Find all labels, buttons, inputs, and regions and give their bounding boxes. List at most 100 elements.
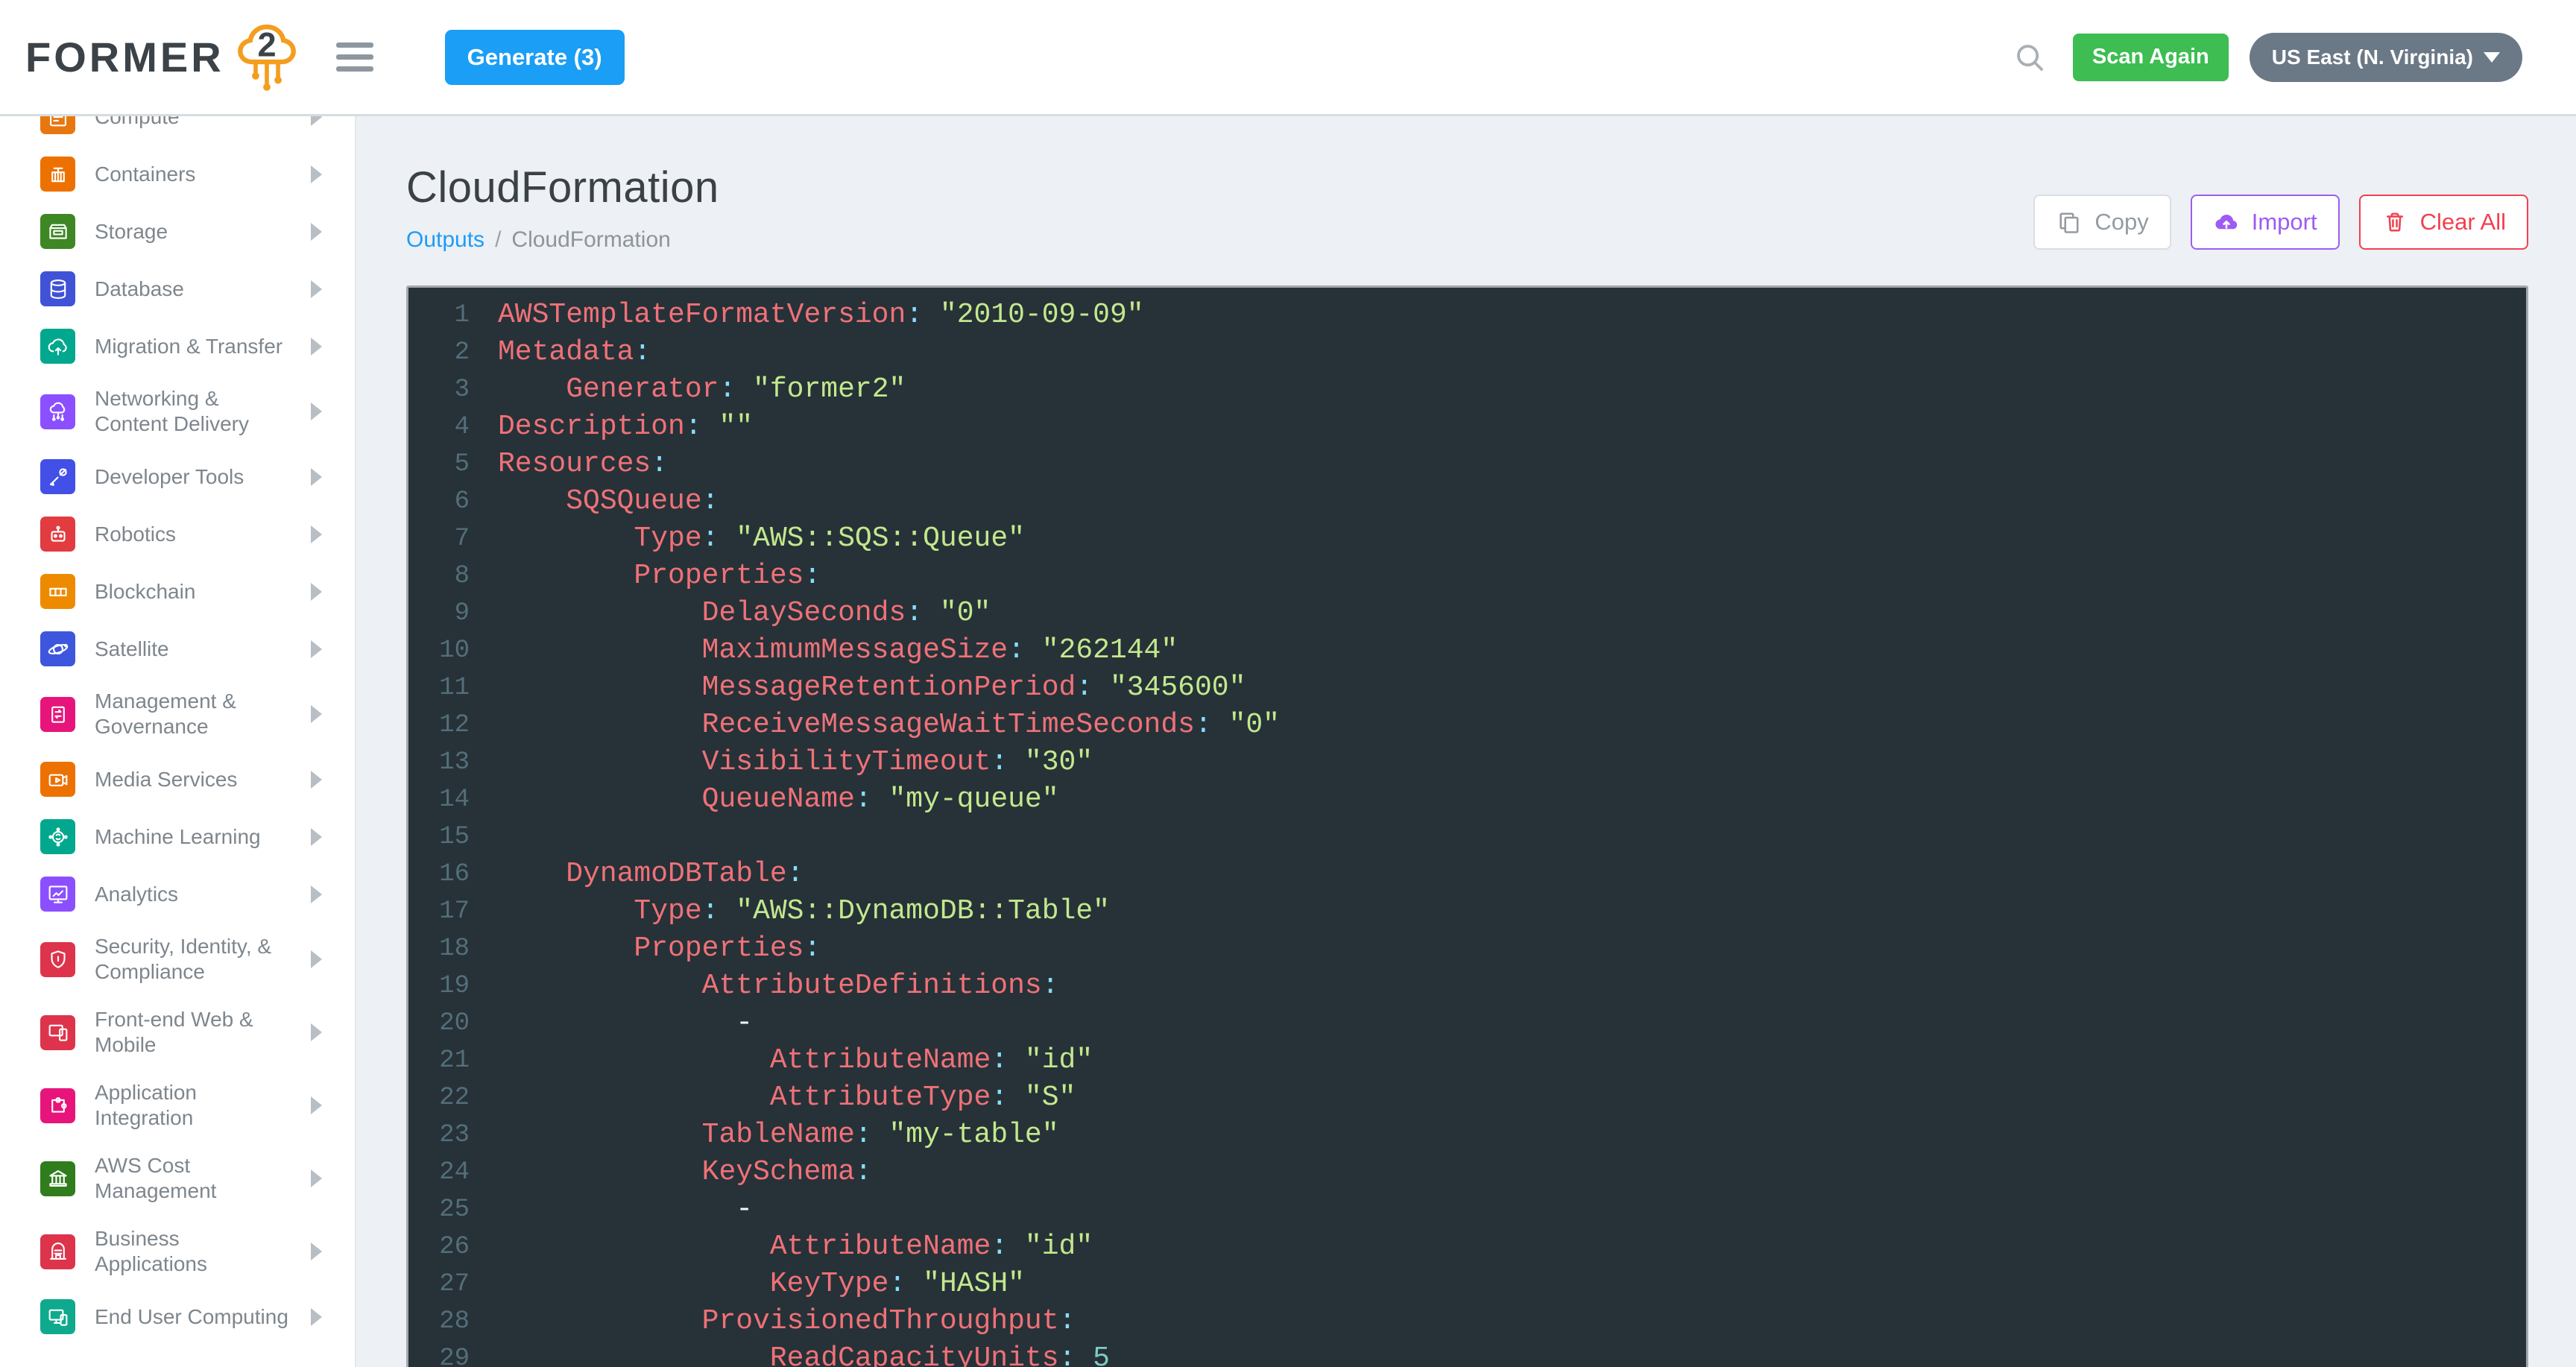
- search-icon[interactable]: [2012, 40, 2048, 75]
- code-line: QueueName: "my-queue": [498, 781, 2526, 818]
- code-token: Generator: [498, 373, 719, 405]
- code-line: MessageRetentionPeriod: "345600": [498, 669, 2526, 707]
- code-token: :: [651, 448, 668, 480]
- code-token: "2010-09-09": [940, 299, 1144, 331]
- code-token: Description: [498, 411, 685, 443]
- breadcrumb-separator: /: [495, 227, 501, 252]
- code-token: :: [1059, 1342, 1093, 1367]
- code-token: :: [1059, 1305, 1076, 1337]
- code-token: "0": [1229, 709, 1280, 741]
- copy-button[interactable]: Copy: [2033, 195, 2171, 250]
- code-token: "S": [1025, 1082, 1076, 1114]
- code-token: Type: [498, 895, 702, 927]
- code-token: :: [1076, 672, 1110, 704]
- code-token: 5: [1093, 1342, 1110, 1367]
- sidebar-item-media-services[interactable]: Media Services: [0, 751, 355, 808]
- sidebar-item-label: Security, Identity, & Compliance: [95, 934, 311, 985]
- sidebar-item-analytics[interactable]: Analytics: [0, 865, 355, 923]
- sidebar-item-aws-cost[interactable]: AWS Cost Management: [0, 1142, 355, 1215]
- sidebar-item-label: Robotics: [95, 522, 311, 547]
- sidebar-item-machine-learning[interactable]: Machine Learning: [0, 808, 355, 865]
- storage-icon: [40, 214, 75, 249]
- copy-icon: [2056, 209, 2083, 236]
- sidebar-item-database[interactable]: Database: [0, 260, 355, 318]
- logo-text: FORMER: [25, 33, 224, 81]
- code-token: :: [702, 523, 736, 555]
- gutter-line-number: 22: [408, 1079, 470, 1117]
- code-token: "345600": [1110, 672, 1246, 704]
- satellite-icon: [40, 631, 75, 666]
- sidebar-item-front-end-web[interactable]: Front-end Web & Mobile: [0, 996, 355, 1069]
- code-line: AttributeType: "S": [498, 1079, 2526, 1117]
- gutter-line-number: 3: [408, 371, 470, 408]
- sidebar-item-storage[interactable]: Storage: [0, 203, 355, 260]
- code-line: Properties:: [498, 930, 2526, 967]
- sidebar-item-developer-tools[interactable]: Developer Tools: [0, 448, 355, 505]
- code-line: ReadCapacityUnits: 5: [498, 1340, 2526, 1367]
- sidebar-item-satellite[interactable]: Satellite: [0, 620, 355, 678]
- chevron-right-icon: [311, 771, 322, 789]
- containers-icon: [40, 157, 75, 192]
- sidebar-list: Compute Containers StorageDatabaseMigratio…: [0, 116, 355, 1345]
- code-token: :: [855, 1119, 889, 1151]
- breadcrumb-link-outputs[interactable]: Outputs: [406, 227, 484, 252]
- sidebar-item-end-user-computing[interactable]: End User Computing: [0, 1288, 355, 1345]
- sidebar-item-label: Business Applications: [95, 1226, 311, 1277]
- code-token: Metadata: [498, 336, 634, 368]
- gutter-line-number: 12: [408, 707, 470, 744]
- code-token: -: [498, 1193, 753, 1225]
- migration-transfer-icon: [40, 329, 75, 364]
- code-line: VisibilityTimeout: "30": [498, 744, 2526, 781]
- former2-logo[interactable]: FORMER 2: [25, 6, 308, 109]
- sidebar-item-management[interactable]: Management & Governance: [0, 678, 355, 751]
- code-line: Generator: "former2": [498, 371, 2526, 408]
- gutter-line-number: 25: [408, 1191, 470, 1228]
- code-token: QueueName: [498, 783, 855, 815]
- gutter-line-number: 24: [408, 1154, 470, 1191]
- code-token: "HASH": [923, 1268, 1025, 1300]
- scan-again-button[interactable]: Scan Again: [2073, 34, 2229, 81]
- code-token: DynamoDBTable: [498, 858, 787, 890]
- code-token: "AWS::SQS::Queue": [736, 523, 1025, 555]
- gutter-line-number: 20: [408, 1005, 470, 1042]
- code-token: Resources: [498, 448, 651, 480]
- content-header: CloudFormation Outputs/CloudFormation Co…: [406, 162, 2528, 253]
- region-selector[interactable]: US East (N. Virginia): [2250, 33, 2522, 82]
- gutter-line-number: 7: [408, 520, 470, 558]
- code-token: ReceiveMessageWaitTimeSeconds: [498, 709, 1195, 741]
- generate-button[interactable]: Generate (3): [445, 30, 625, 85]
- menu-toggle-button[interactable]: [336, 36, 373, 78]
- code-line: ProvisionedThroughput:: [498, 1303, 2526, 1340]
- sidebar-item-label: Networking & Content Delivery: [95, 386, 311, 437]
- code-token: :: [906, 597, 940, 629]
- sidebar-item-label: Containers: [95, 162, 311, 187]
- top-navbar: FORMER 2 Generate (3) Scan Again US East…: [0, 0, 2576, 116]
- sidebar-item-containers[interactable]: Containers: [0, 145, 355, 203]
- sidebar-item-robotics[interactable]: Robotics: [0, 505, 355, 563]
- code-token: ProvisionedThroughput: [498, 1305, 1059, 1337]
- navbar-right-group: Scan Again US East (N. Virginia): [2012, 33, 2522, 82]
- sidebar-item-blockchain[interactable]: Blockchain: [0, 563, 355, 620]
- region-label: US East (N. Virginia): [2272, 45, 2473, 69]
- compute-icon: [40, 116, 75, 134]
- breadcrumb-current: CloudFormation: [511, 227, 670, 252]
- code-line: ReceiveMessageWaitTimeSeconds: "0": [498, 707, 2526, 744]
- code-token: :: [889, 1268, 924, 1300]
- code-token: "AWS::DynamoDB::Table": [736, 895, 1110, 927]
- code-editor[interactable]: 1234567891011121314151617181920212223242…: [406, 285, 2528, 1367]
- code-token: :: [702, 895, 736, 927]
- code-token: :: [991, 746, 1025, 778]
- sidebar-item-security-identity[interactable]: Security, Identity, & Compliance: [0, 923, 355, 996]
- sidebar-item-application[interactable]: Application Integration: [0, 1069, 355, 1142]
- sidebar-item-compute[interactable]: Compute: [0, 116, 355, 145]
- editor-gutter: 1234567891011121314151617181920212223242…: [408, 297, 470, 1367]
- sidebar-item-business[interactable]: Business Applications: [0, 1215, 355, 1288]
- code-token: :: [1195, 709, 1229, 741]
- code-line: DynamoDBTable:: [498, 856, 2526, 893]
- code-token: :: [804, 932, 821, 965]
- import-button[interactable]: Import: [2191, 195, 2340, 250]
- clear-all-button[interactable]: Clear All: [2359, 195, 2528, 250]
- gutter-line-number: 17: [408, 893, 470, 930]
- sidebar-item-migration-transfer[interactable]: Migration & Transfer: [0, 318, 355, 375]
- sidebar-item-networking[interactable]: Networking & Content Delivery: [0, 375, 355, 448]
